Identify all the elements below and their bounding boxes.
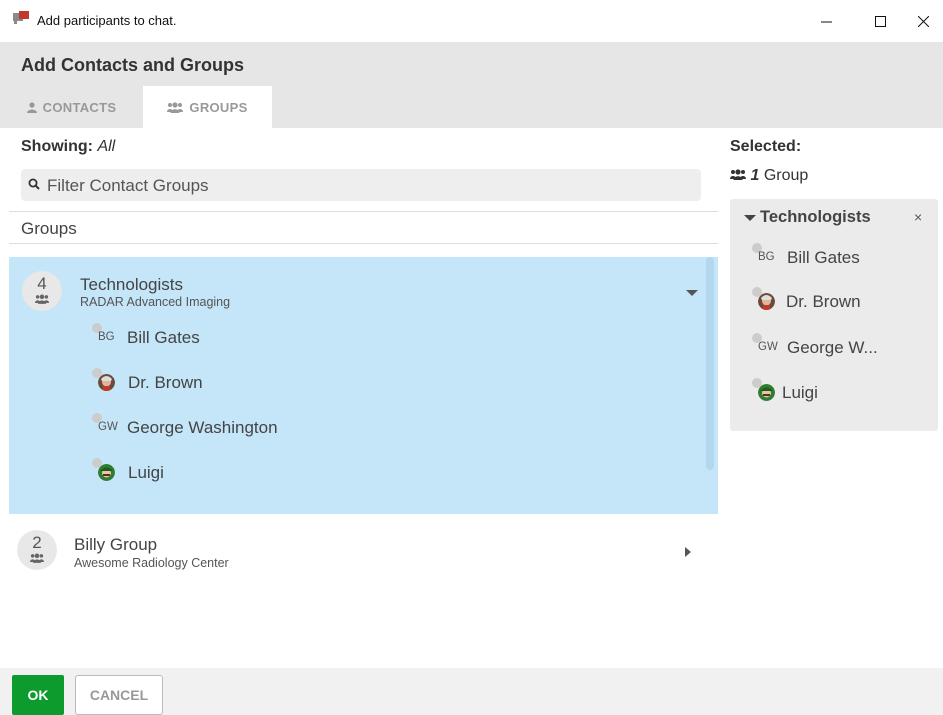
window-titlebar: Add participants to chat. (0, 0, 943, 42)
ok-button[interactable]: OK (12, 675, 64, 715)
minimize-icon (820, 21, 832, 22)
member-initials: GW (98, 421, 118, 433)
member-name: Bill Gates (787, 248, 860, 267)
tab-contacts-label: CONTACTS (42, 99, 117, 115)
users-icon (167, 101, 184, 113)
selected-title: Selected: (730, 138, 802, 155)
showing-filter-label: Showing: All (21, 138, 115, 156)
member-name: Dr. Brown (786, 292, 861, 311)
close-button[interactable] (904, 0, 943, 42)
member-name: George W... (787, 338, 878, 357)
expand-caret-icon[interactable] (685, 547, 691, 557)
users-icon (730, 169, 746, 180)
showing-label: Showing: (21, 138, 93, 155)
chat-icon (13, 11, 29, 24)
group-subtitle: Awesome Radiology Center (74, 556, 229, 570)
users-icon (30, 553, 44, 563)
close-icon (918, 15, 929, 27)
member-initials: BG (98, 331, 115, 343)
minimize-button[interactable] (803, 0, 849, 42)
page-title: Add Contacts and Groups (21, 55, 245, 75)
group-count: 2 (32, 533, 42, 552)
selected-group-panel: Technologists × BG Bill Gates Dr. Brown … (730, 199, 938, 431)
group-count: 4 (37, 274, 47, 293)
member-name: Dr. Brown (128, 373, 203, 392)
selected-group-name: Technologists (760, 208, 871, 226)
filter-box (21, 169, 701, 203)
tab-groups[interactable]: GROUPS (143, 86, 272, 128)
member-name: Luigi (782, 383, 818, 402)
dr-brown-avatar-icon (98, 374, 115, 391)
maximize-icon (874, 15, 886, 27)
group-subtitle: RADAR Advanced Imaging (80, 295, 231, 309)
groups-section-header: Groups (9, 211, 718, 244)
member-name: Bill Gates (127, 328, 200, 347)
search-icon (28, 178, 40, 190)
selected-count-label: Group (763, 167, 809, 184)
collapse-caret-icon[interactable] (686, 290, 698, 296)
cancel-button[interactable]: CANCEL (75, 675, 163, 715)
tab-contacts[interactable]: CONTACTS (0, 86, 143, 128)
tab-groups-label: GROUPS (189, 99, 248, 115)
dialog-header: Add Contacts and Groups (0, 42, 943, 86)
remove-group-close-icon[interactable]: × (914, 209, 922, 225)
user-icon (26, 101, 37, 113)
dr-brown-avatar-icon (758, 293, 775, 310)
selected-count: 1 Group (730, 167, 808, 185)
group-count-badge: 4 (22, 271, 62, 311)
member-initials: BG (758, 251, 775, 263)
group-name: Billy Group (74, 535, 158, 554)
tab-bar: CONTACTS GROUPS (0, 86, 943, 128)
window-title: Add participants to chat. (37, 13, 177, 28)
filter-groups-input[interactable] (45, 169, 689, 203)
luigi-avatar-icon (758, 384, 775, 401)
member-name: George Washington (127, 418, 278, 437)
member-initials: GW (758, 341, 778, 353)
scrollbar[interactable] (706, 257, 714, 470)
showing-value: All (97, 138, 116, 155)
users-icon (35, 294, 49, 304)
maximize-button[interactable] (857, 0, 903, 42)
selected-count-number: 1 (750, 167, 760, 184)
group-name: Technologists (80, 275, 184, 294)
group-count-badge: 2 (17, 530, 57, 570)
chevron-down-icon[interactable] (744, 215, 756, 221)
member-name: Luigi (128, 463, 164, 482)
luigi-avatar-icon (98, 464, 115, 481)
